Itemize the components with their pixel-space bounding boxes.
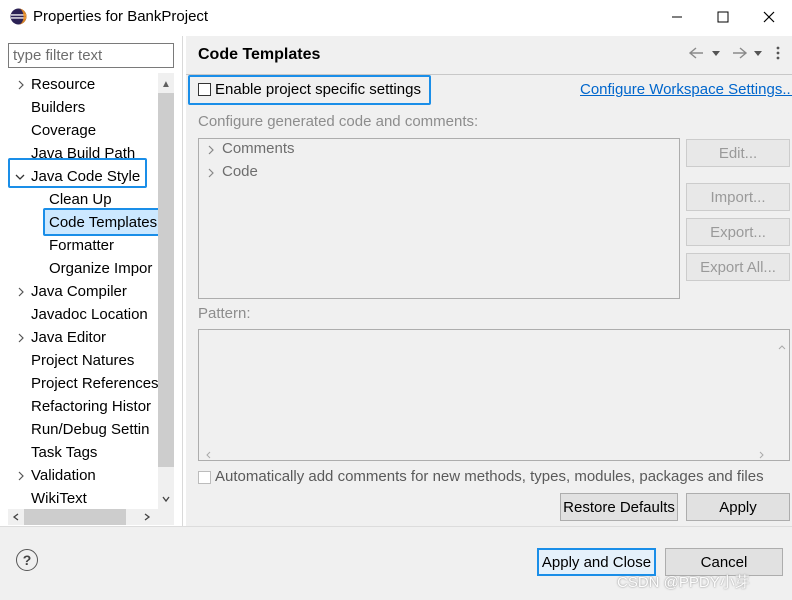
window-title: Properties for BankProject	[33, 8, 209, 25]
tree-item-refactoring-history[interactable]: Refactoring Histor	[31, 395, 151, 418]
tree-item-resource[interactable]: Resource	[31, 73, 95, 96]
pattern-scroll-right-icon[interactable]	[759, 446, 765, 463]
template-node-code[interactable]: Code	[222, 163, 258, 180]
scroll-up-icon[interactable]: ▲	[158, 76, 174, 92]
chevron-down-icon[interactable]	[14, 171, 26, 183]
tree-item-project-natures[interactable]: Project Natures	[31, 349, 134, 372]
chevron-right-icon[interactable]	[15, 470, 27, 482]
tree-item-organize-imports[interactable]: Organize Impor	[49, 257, 152, 280]
tree-item-java-code-style[interactable]: Java Code Style	[31, 165, 140, 188]
close-icon	[763, 11, 775, 23]
tree-item-javadoc-location[interactable]: Javadoc Location	[31, 303, 148, 326]
tree-item-java-editor[interactable]: Java Editor	[31, 326, 106, 349]
filter-input[interactable]	[8, 43, 174, 68]
back-menu-icon[interactable]	[711, 44, 721, 62]
watermark: CSDN @PPDY小芽	[617, 574, 750, 591]
tree-item-run-debug-settings[interactable]: Run/Debug Settin	[31, 418, 149, 441]
page-title: Code Templates	[198, 46, 321, 63]
property-tree: Resource Builders Coverage Java Build Pa…	[8, 73, 158, 509]
minimize-button[interactable]	[654, 0, 700, 34]
tree-item-java-compiler[interactable]: Java Compiler	[31, 280, 127, 303]
tree-item-builders[interactable]: Builders	[31, 96, 85, 119]
view-menu-icon[interactable]	[775, 44, 781, 62]
scroll-left-icon[interactable]	[8, 509, 24, 525]
forward-icon[interactable]	[730, 44, 748, 62]
close-button[interactable]	[746, 0, 792, 34]
apply-button[interactable]: Apply	[686, 493, 790, 521]
tree-horizontal-scroll-thumb[interactable]	[24, 509, 126, 525]
eclipse-icon	[10, 8, 27, 25]
pattern-scroll-up-icon[interactable]	[778, 337, 786, 350]
enable-project-settings-label[interactable]: Enable project specific settings	[215, 81, 421, 98]
export-all-button[interactable]: Export All...	[686, 253, 790, 281]
tree-item-project-references[interactable]: Project References	[31, 372, 158, 395]
template-node-comments[interactable]: Comments	[222, 140, 295, 157]
templates-tree[interactable]	[198, 138, 680, 299]
maximize-icon	[717, 11, 729, 23]
export-button[interactable]: Export...	[686, 218, 790, 246]
restore-defaults-button[interactable]: Restore Defaults	[560, 493, 678, 521]
pattern-label: Pattern:	[198, 305, 251, 322]
help-icon[interactable]: ?	[16, 549, 38, 571]
chevron-right-icon[interactable]	[205, 167, 217, 179]
chevron-right-icon[interactable]	[15, 79, 27, 91]
tree-item-validation[interactable]: Validation	[31, 464, 96, 487]
back-icon[interactable]	[688, 44, 706, 62]
tree-vertical-scroll-thumb[interactable]	[158, 93, 174, 467]
forward-menu-icon[interactable]	[753, 44, 763, 62]
tree-item-code-templates[interactable]: Code Templates	[49, 211, 157, 234]
scroll-down-icon[interactable]	[158, 491, 174, 507]
auto-comments-label[interactable]: Automatically add comments for new metho…	[215, 468, 764, 485]
enable-project-settings-checkbox[interactable]	[198, 83, 211, 96]
edit-button[interactable]: Edit...	[686, 139, 790, 167]
configure-label: Configure generated code and comments:	[198, 113, 479, 130]
tree-item-task-tags[interactable]: Task Tags	[31, 441, 97, 464]
tree-item-coverage[interactable]: Coverage	[31, 119, 96, 142]
import-button[interactable]: Import...	[686, 183, 790, 211]
pattern-scroll-left-icon[interactable]	[205, 446, 211, 463]
scroll-right-icon[interactable]	[139, 509, 155, 525]
pane-divider[interactable]	[182, 36, 183, 526]
auto-comments-checkbox[interactable]	[198, 471, 211, 484]
tree-item-wikitext[interactable]: WikiText	[31, 487, 87, 509]
tree-item-formatter[interactable]: Formatter	[49, 234, 114, 257]
chevron-right-icon[interactable]	[205, 144, 217, 156]
pattern-textarea[interactable]	[198, 329, 790, 461]
chevron-right-icon[interactable]	[15, 286, 27, 298]
scrollbar-corner	[158, 509, 174, 525]
configure-workspace-link[interactable]: Configure Workspace Settings...	[580, 81, 792, 98]
chevron-right-icon[interactable]	[15, 332, 27, 344]
minimize-icon	[672, 16, 682, 18]
maximize-button[interactable]	[700, 0, 746, 34]
